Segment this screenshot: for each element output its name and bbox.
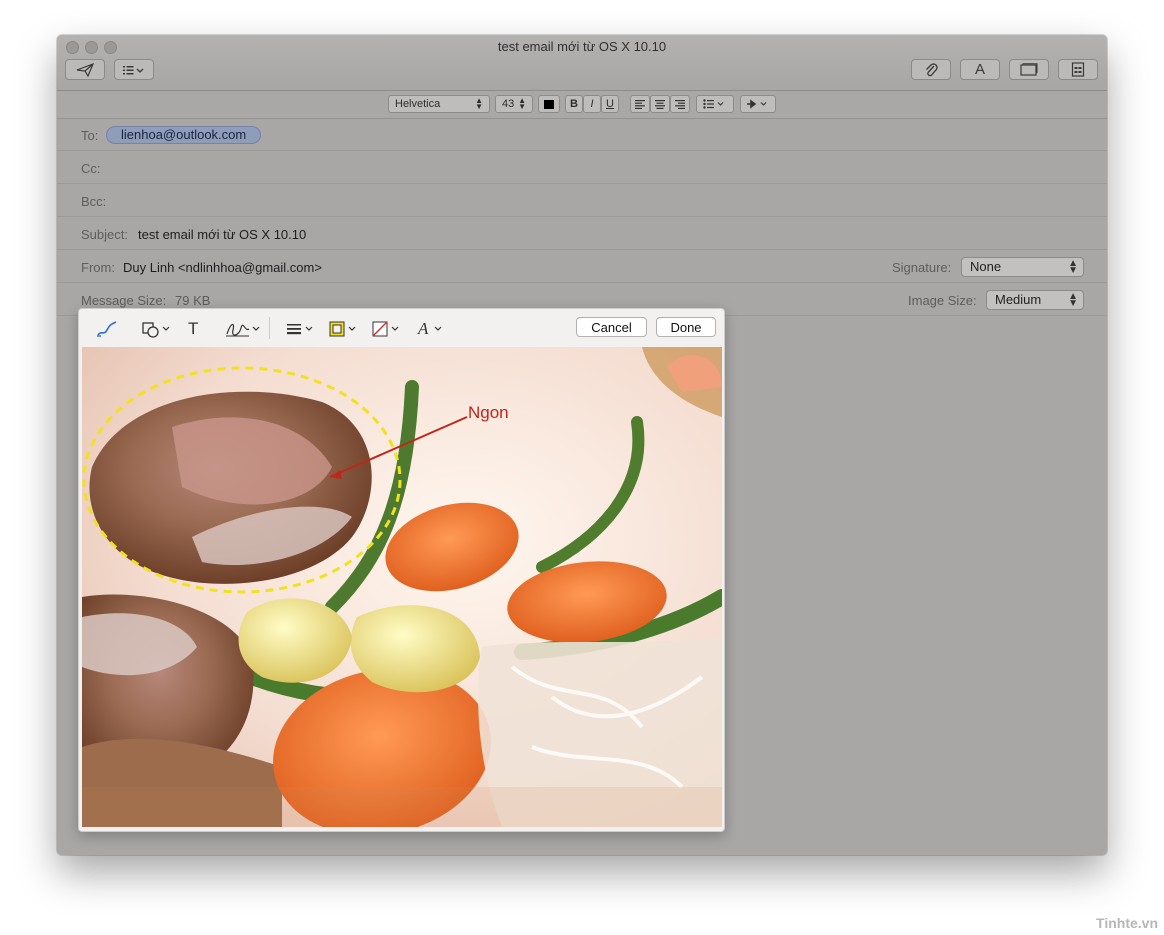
- window-title: test email mới từ OS X 10.10: [497, 39, 667, 54]
- done-label: Done: [670, 319, 702, 335]
- text-annotation[interactable]: Ngon: [468, 403, 509, 423]
- done-button[interactable]: Done: [656, 317, 716, 337]
- bold-button[interactable]: B: [565, 95, 583, 113]
- signature-value: None: [970, 259, 1002, 274]
- send-button[interactable]: [65, 59, 105, 80]
- image-size-value: Medium: [995, 292, 1042, 307]
- italic-label: I: [590, 98, 594, 110]
- watermark: Tinhte.vn: [1096, 915, 1158, 931]
- indent-arrow-icon: [747, 99, 767, 109]
- stepper-arrows-icon: ▲ ▼: [1068, 258, 1078, 276]
- font-style-tool[interactable]: A: [418, 319, 446, 339]
- align-left-button[interactable]: [630, 95, 650, 113]
- attach-button[interactable]: [911, 59, 951, 80]
- shapes-icon: [142, 322, 170, 338]
- stepper-arrows-icon: ▲ ▼: [518, 96, 526, 111]
- signature-tool[interactable]: [225, 319, 263, 339]
- underline-label: U: [606, 98, 614, 110]
- text-tool-label: T: [188, 319, 199, 338]
- subject-label: Subject:: [81, 227, 128, 242]
- bullet-list-icon: [703, 99, 724, 109]
- text-tool[interactable]: T: [188, 319, 198, 339]
- bcc-row[interactable]: Bcc:: [57, 185, 1107, 217]
- shapes-tool[interactable]: [141, 319, 173, 339]
- line-style-tool[interactable]: [285, 319, 317, 339]
- header-fields-button[interactable]: [114, 59, 154, 80]
- from-label: From:: [81, 260, 115, 275]
- markup-editor: T A Cancel Done Ngon: [78, 308, 725, 832]
- sketch-tool[interactable]: [95, 319, 119, 339]
- line-style-icon: [287, 324, 313, 335]
- underline-button[interactable]: U: [601, 95, 619, 113]
- chevron-down-icon: [434, 326, 442, 331]
- border-color-tool[interactable]: [328, 319, 360, 339]
- recipient-token[interactable]: lienhoa@outlook.com: [106, 126, 262, 144]
- pen-sketch-icon: [97, 321, 117, 337]
- font-tool-label: A: [418, 319, 429, 338]
- signature-select[interactable]: None ▲ ▼: [961, 257, 1084, 277]
- image-size-select[interactable]: Medium ▲ ▼: [986, 290, 1084, 310]
- stationery-button[interactable]: [1058, 59, 1098, 80]
- subject-row[interactable]: Subject: test email mới từ OS X 10.10: [57, 218, 1107, 250]
- list-chevron-icon: [123, 65, 144, 74]
- font-family-value: Helvetica: [395, 98, 441, 110]
- font-size-value: 43: [502, 98, 515, 110]
- align-right-button[interactable]: [670, 95, 690, 113]
- cc-row[interactable]: Cc:: [57, 152, 1107, 184]
- cc-label: Cc:: [81, 161, 101, 176]
- align-left-icon: [635, 99, 645, 109]
- font-size-select[interactable]: 43 ▲ ▼: [495, 95, 533, 113]
- stationery-icon: [1071, 62, 1085, 77]
- to-label: To:: [81, 128, 99, 143]
- list-style-button[interactable]: [696, 95, 734, 113]
- to-row: To: lienhoa@outlook.com: [57, 119, 1107, 151]
- food-photo: Ngon: [82, 347, 722, 827]
- photo-browser-icon: [1020, 63, 1038, 76]
- from-row: From: Duy Linh <ndlinhhoa@gmail.com> Sig…: [57, 251, 1107, 283]
- bcc-label: Bcc:: [81, 194, 107, 209]
- image-size-label: Image Size:: [908, 293, 977, 308]
- color-swatch-icon: [544, 99, 554, 109]
- fill-color-tool[interactable]: [371, 319, 403, 339]
- toolbar-divider: [269, 317, 270, 339]
- cancel-button[interactable]: Cancel: [576, 317, 647, 337]
- message-size-label: Message Size:: [81, 293, 167, 308]
- message-size-value: 79 KB: [175, 293, 211, 308]
- text-color-button[interactable]: [538, 95, 560, 113]
- no-fill-icon: [372, 321, 399, 337]
- format-bar: Helvetica ▲ ▼ 43 ▲ ▼ B I U: [57, 91, 1107, 119]
- align-center-button[interactable]: [650, 95, 670, 113]
- photo-browser-button[interactable]: [1009, 59, 1049, 80]
- fonts-button[interactable]: A: [960, 59, 1000, 80]
- indent-button[interactable]: [740, 95, 776, 113]
- stepper-arrows-icon: ▲ ▼: [475, 96, 483, 111]
- title-bar: test email mới từ OS X 10.10 A: [57, 35, 1107, 91]
- bold-label: B: [570, 98, 578, 110]
- border-color-icon: [329, 321, 356, 337]
- stepper-arrows-icon: ▲ ▼: [1068, 291, 1078, 309]
- align-right-icon: [675, 99, 685, 109]
- signature-icon: [226, 323, 260, 337]
- subject-field[interactable]: test email mới từ OS X 10.10: [138, 227, 306, 242]
- food-photo-artwork: [82, 347, 722, 827]
- paperclip-icon: [926, 62, 938, 76]
- from-field[interactable]: Duy Linh <ndlinhhoa@gmail.com>: [123, 260, 322, 275]
- align-center-icon: [655, 99, 665, 109]
- fonts-label: A: [974, 61, 985, 78]
- paper-plane-icon: [76, 62, 94, 77]
- cancel-label: Cancel: [591, 319, 632, 335]
- signature-label: Signature:: [892, 260, 952, 275]
- font-family-select[interactable]: Helvetica ▲ ▼: [388, 95, 490, 113]
- italic-button[interactable]: I: [583, 95, 601, 113]
